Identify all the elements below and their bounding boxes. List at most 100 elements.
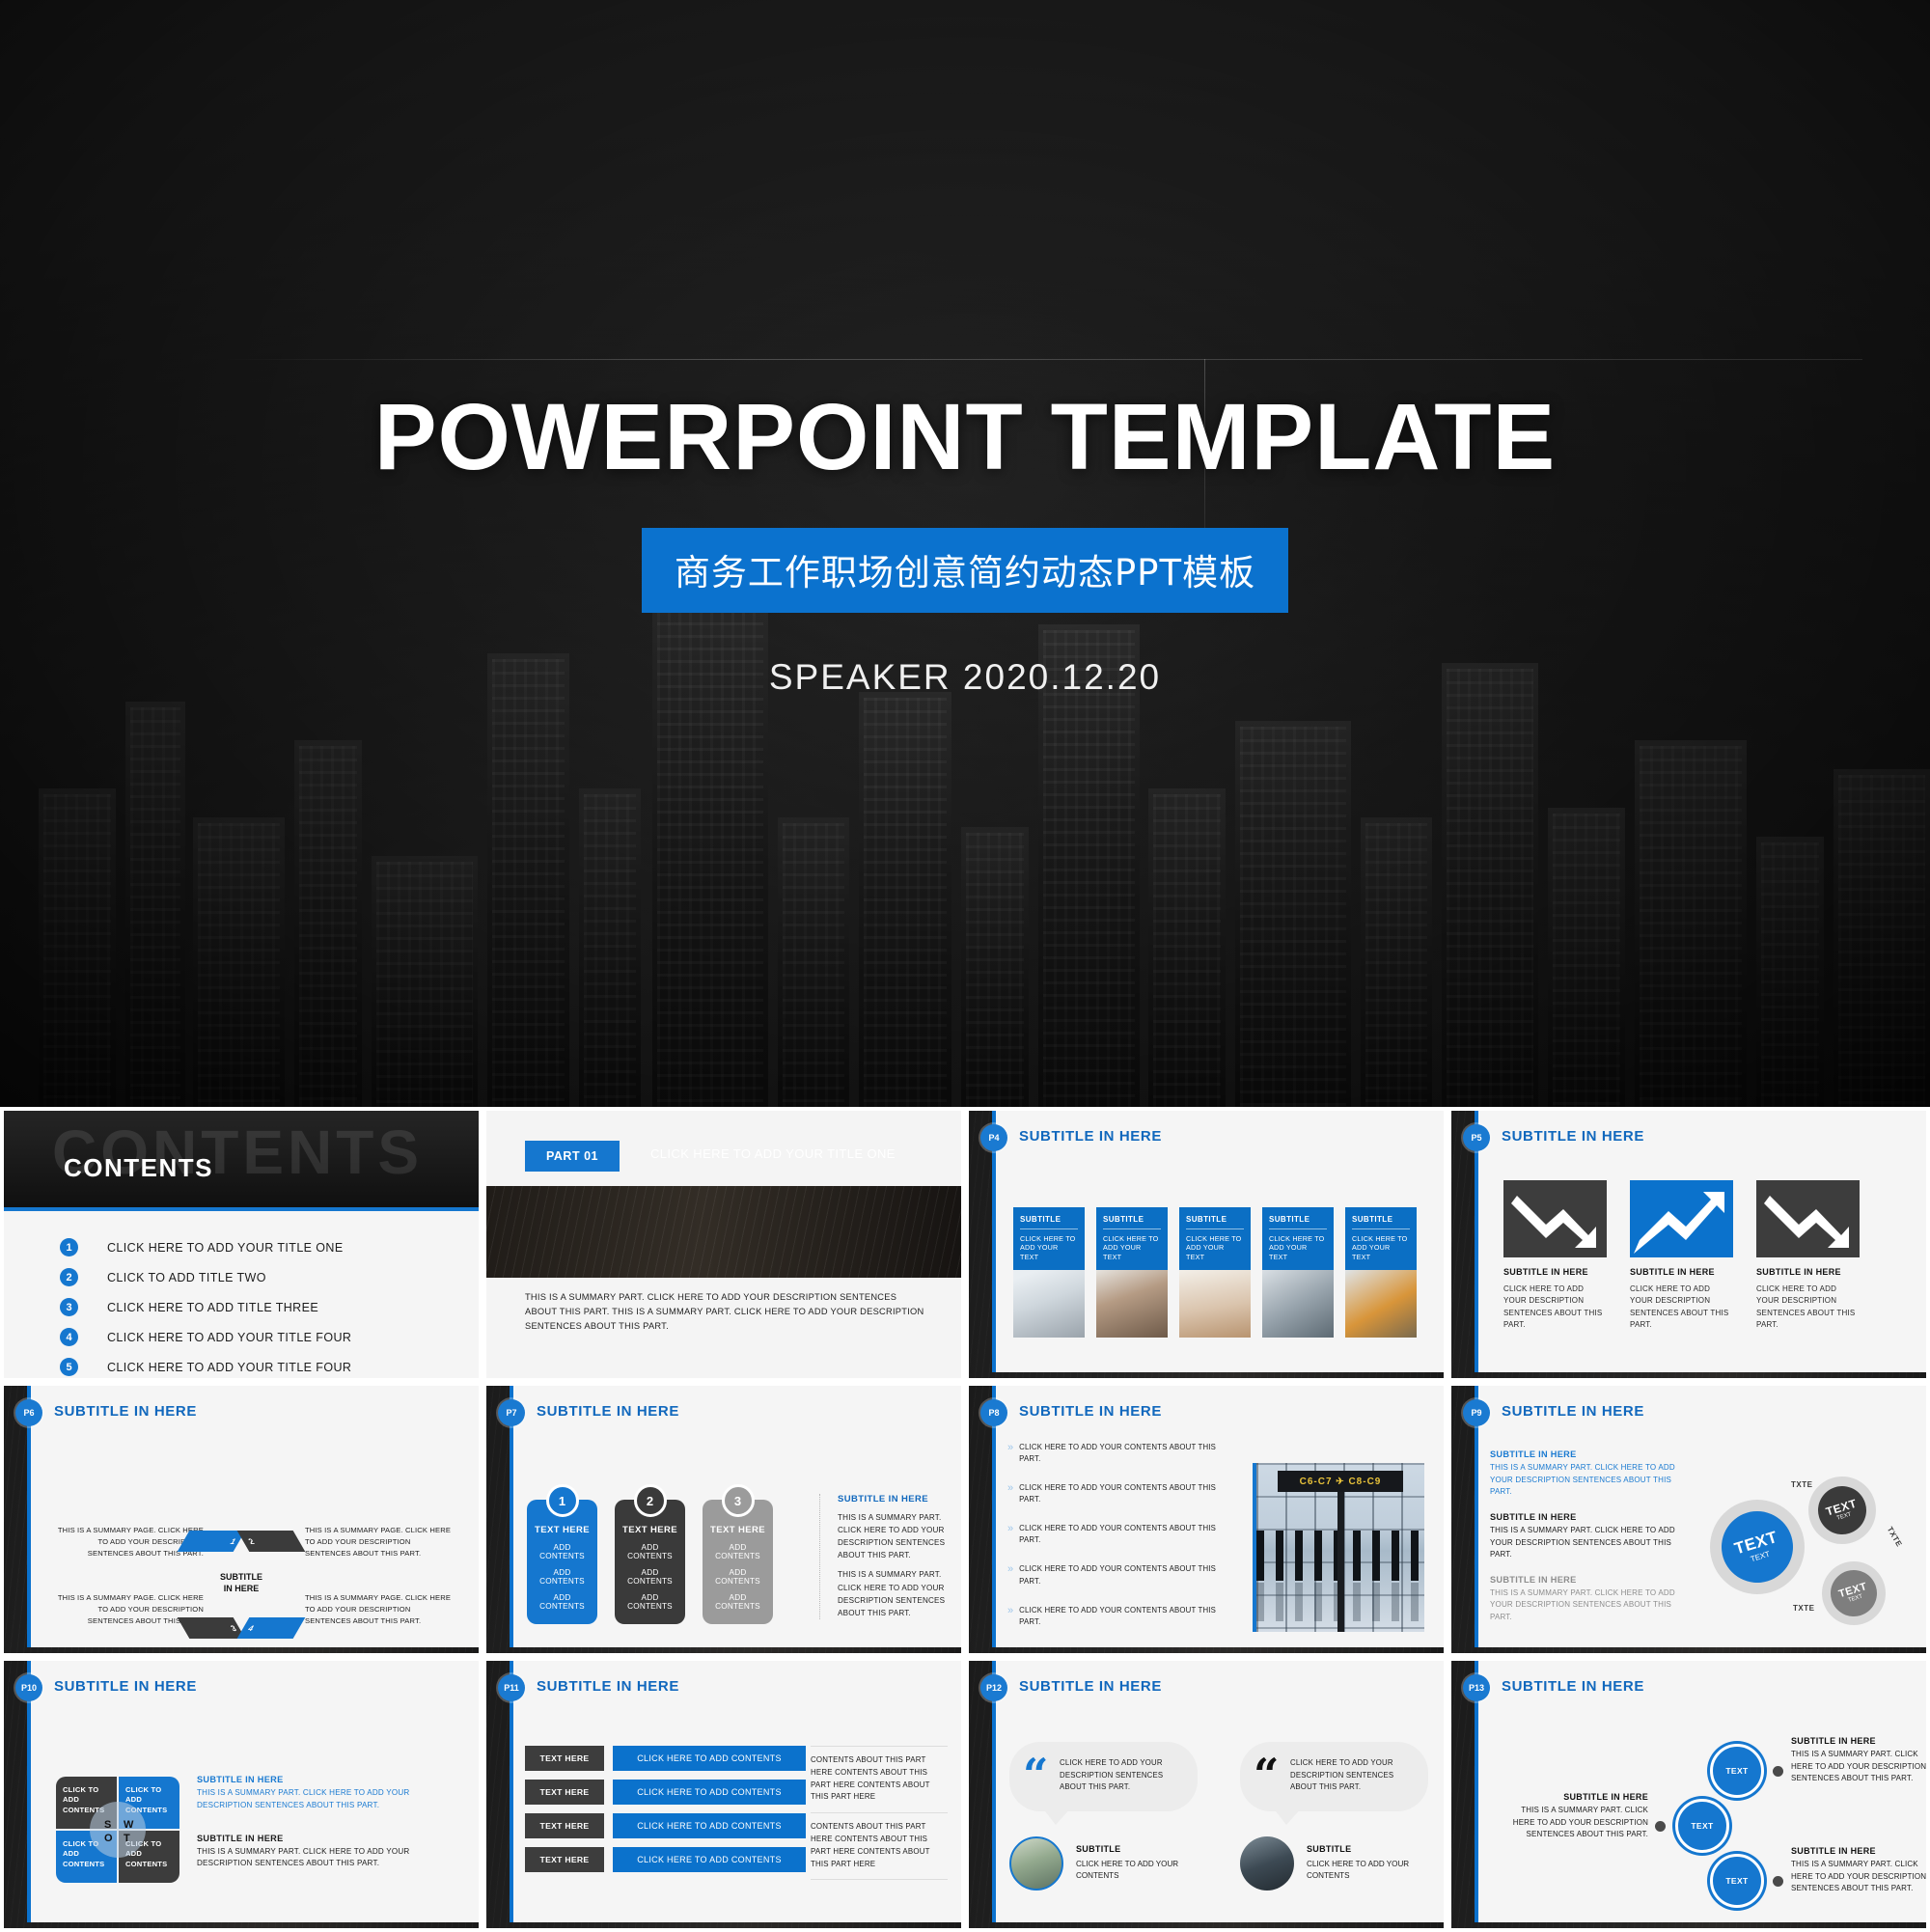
list-item[interactable]: SUBTITLE IN HERE THIS IS A SUMMARY PART.…: [1490, 1449, 1676, 1499]
list-item[interactable]: 3 CLICK HERE TO ADD TITLE THREE: [60, 1292, 459, 1322]
list-item[interactable]: SUBTITLE CLICK HERE TO ADD YOUR TEXT: [1345, 1207, 1417, 1339]
slide-thumbnail-grid: CONTENTS CONTENTS 1 CLICK HERE TO ADD YO…: [0, 1107, 1930, 1932]
slide-thumbnail-gears[interactable]: P9 SUBTITLE IN HERE SUBTITLE IN HERE THI…: [1448, 1382, 1930, 1657]
hand-notebook-photo: [1179, 1270, 1251, 1339]
card-header: SUBTITLE CLICK HERE TO ADD YOUR TEXT: [1179, 1207, 1251, 1271]
list-item[interactable]: SUBTITLE IN HERE THIS IS A SUMMARY PART.…: [1490, 1575, 1676, 1624]
block-body: THIS IS A SUMMARY PART. CLICK HERE TO AD…: [1490, 1525, 1675, 1559]
card-line: ADD CONTENTS: [627, 1593, 673, 1611]
block-body: THIS IS A SUMMARY PART. CLICK HERE TO AD…: [197, 1788, 410, 1809]
bullet-text: CLICK HERE TO ADD YOUR CONTENTS ABOUT TH…: [1019, 1564, 1217, 1586]
quote-text: CLICK HERE TO ADD YOUR DESCRIPTION SENTE…: [1290, 1758, 1394, 1792]
person-sub: CLICK HERE TO ADD YOUR CONTENTS: [1307, 1859, 1410, 1881]
slide-thumbnail-quotes[interactable]: P12 SUBTITLE IN HERE “ CLICK HERE TO ADD…: [965, 1657, 1448, 1932]
page-badge: P8: [980, 1399, 1007, 1426]
page-badge: P10: [15, 1674, 42, 1701]
card-title: TEXT HERE: [710, 1525, 765, 1535]
list-item[interactable]: 5 CLICK HERE TO ADD YOUR TITLE FOUR: [60, 1352, 459, 1378]
slide-thumbnail-contents[interactable]: CONTENTS CONTENTS 1 CLICK HERE TO ADD YO…: [0, 1107, 482, 1382]
list-item[interactable]: » CLICK HERE TO ADD YOUR CONTENTS ABOUT …: [1007, 1523, 1218, 1546]
list-item[interactable]: SUBTITLE IN HERE CLICK HERE TO ADD YOUR …: [1630, 1180, 1733, 1332]
slide-thumbnail-circle-nodes[interactable]: P13 SUBTITLE IN HERE TEXT SUBTITLE IN HE…: [1448, 1657, 1930, 1932]
list-item[interactable]: » CLICK HERE TO ADD YOUR CONTENTS ABOUT …: [1007, 1605, 1218, 1628]
list-item[interactable]: 3 TEXT HERE ADD CONTENTS ADD CONTENTS AD…: [703, 1484, 773, 1624]
swot-letter-w: W: [124, 1819, 134, 1831]
slide-thumbnail-bullets-photo[interactable]: P8 SUBTITLE IN HERE » CLICK HERE TO ADD …: [965, 1382, 1448, 1657]
card-title: SUBTITLE: [1269, 1215, 1327, 1229]
card-title: SUBTITLE: [1103, 1215, 1161, 1229]
arrow-up-chart-icon: [1630, 1180, 1733, 1257]
node-title: SUBTITLE IN HERE: [1791, 1846, 1876, 1856]
list-item[interactable]: 1 CLICK HERE TO ADD YOUR TITLE ONE: [60, 1232, 459, 1262]
list-item[interactable]: SUBTITLE IN HERE THIS IS A SUMMARY PART.…: [197, 1775, 463, 1812]
list-item[interactable]: » CLICK HERE TO ADD YOUR CONTENTS ABOUT …: [1007, 1482, 1218, 1505]
circle-node-2[interactable]: TEXT: [1675, 1799, 1729, 1853]
list-item[interactable]: SUBTITLE CLICK HERE TO ADD YOUR TEXT: [1262, 1207, 1334, 1339]
list-item[interactable]: SUBTITLE CLICK HERE TO ADD YOUR TEXT: [1096, 1207, 1168, 1339]
person-name: SUBTITLE: [1307, 1843, 1352, 1854]
circle-node-1[interactable]: TEXT: [1710, 1744, 1764, 1798]
list-item[interactable]: “ CLICK HERE TO ADD YOUR DESCRIPTION SEN…: [1009, 1742, 1198, 1891]
list-number: 2: [60, 1268, 78, 1286]
slide-thumbnail-numbered-cards[interactable]: P7 SUBTITLE IN HERE 1 TEXT HERE ADD CONT…: [482, 1382, 965, 1657]
side-title: SUBTITLE IN HERE: [838, 1494, 929, 1504]
hero-title: POWERPOINT TEMPLATE: [373, 384, 1557, 489]
page-badge: P5: [1463, 1124, 1490, 1151]
circle-node-3[interactable]: TEXT: [1710, 1854, 1764, 1908]
list-item[interactable]: 1 TEXT HERE ADD CONTENTS ADD CONTENTS AD…: [527, 1484, 597, 1624]
node-body: THIS IS A SUMMARY PART. CLICK HERE TO AD…: [1512, 1806, 1648, 1839]
page-badge: P4: [980, 1124, 1007, 1151]
list-item[interactable]: » CLICK HERE TO ADD YOUR CONTENTS ABOUT …: [1007, 1563, 1218, 1587]
slide-thumbnail-five-cards[interactable]: P4 SUBTITLE IN HERE SUBTITLE CLICK HERE …: [965, 1107, 1448, 1382]
list-item[interactable]: 2 CLICK TO ADD TITLE TWO: [60, 1262, 459, 1292]
node-title: SUBTITLE IN HERE: [1563, 1792, 1648, 1802]
tile-body: CLICK HERE TO ADD YOUR DESCRIPTION SENTE…: [1756, 1284, 1856, 1330]
chevron-right-icon: »: [1007, 1604, 1013, 1616]
bullet-text: CLICK HERE TO ADD YOUR CONTENTS ABOUT TH…: [1019, 1605, 1217, 1626]
hexagon-text-4: THIS IS A SUMMARY PAGE. CLICK HERE TO AD…: [305, 1593, 452, 1626]
hex-segment-2[interactable]: 2: [236, 1531, 306, 1552]
card-number: 1: [545, 1484, 579, 1517]
avatar: [1009, 1835, 1063, 1891]
list-item[interactable]: » CLICK HERE TO ADD YOUR CONTENTS ABOUT …: [1007, 1442, 1218, 1465]
list-label: CLICK HERE TO ADD YOUR TITLE FOUR: [107, 1360, 352, 1374]
hex-segment-1[interactable]: 1: [177, 1531, 246, 1552]
block-body: THIS IS A SUMMARY PART. CLICK HERE TO AD…: [1490, 1587, 1675, 1621]
slide-thumbnail-arrow-tiles[interactable]: P5 SUBTITLE IN HERE SUBTITLE IN HERE CLI…: [1448, 1107, 1930, 1382]
list-item[interactable]: 2 TEXT HERE ADD CONTENTS ADD CONTENTS AD…: [615, 1484, 685, 1624]
list-item[interactable]: 4 CLICK HERE TO ADD YOUR TITLE FOUR: [60, 1322, 459, 1352]
list-item[interactable]: SUBTITLE IN HERE CLICK HERE TO ADD YOUR …: [1756, 1180, 1860, 1332]
chevron-right-icon: »: [1007, 1523, 1013, 1535]
part-chip: PART 01: [525, 1141, 620, 1172]
slide-thumbnail-swot[interactable]: P10 SUBTITLE IN HERE CLICK TO ADD CONTEN…: [0, 1657, 482, 1932]
list-number: 1: [60, 1238, 78, 1256]
block-body: THIS IS A SUMMARY PART. CLICK HERE TO AD…: [1490, 1463, 1675, 1497]
list-number: 4: [60, 1328, 78, 1346]
list-item[interactable]: “ CLICK HERE TO ADD YOUR DESCRIPTION SEN…: [1240, 1742, 1428, 1891]
page-badge: P13: [1463, 1674, 1490, 1701]
slide-thumbnail-rows[interactable]: P11 SUBTITLE IN HERE TEXT HERE CLICK HER…: [482, 1657, 965, 1932]
block-title: SUBTITLE IN HERE: [1490, 1449, 1577, 1459]
bullet-text: CLICK HERE TO ADD YOUR CONTENTS ABOUT TH…: [1019, 1524, 1217, 1545]
row-tag: TEXT HERE: [525, 1847, 604, 1872]
slide-thumbnail-hexagon[interactable]: P6 SUBTITLE IN HERE THIS IS A SUMMARY PA…: [0, 1382, 482, 1657]
card-body: CLICK HERE TO ADD YOUR TEXT: [1020, 1234, 1076, 1261]
block-title: SUBTITLE IN HERE: [1490, 1511, 1577, 1522]
quote-row: “ CLICK HERE TO ADD YOUR DESCRIPTION SEN…: [1009, 1742, 1428, 1891]
hex-segment-3[interactable]: 3: [177, 1617, 246, 1639]
page-title: SUBTITLE IN HERE: [54, 1678, 197, 1695]
side-text-block: SUBTITLE IN HERE THIS IS A SUMMARY PART.…: [819, 1494, 946, 1619]
list-item[interactable]: SUBTITLE CLICK HERE TO ADD YOUR TEXT: [1013, 1207, 1085, 1339]
list-item[interactable]: SUBTITLE CLICK HERE TO ADD YOUR TEXT: [1179, 1207, 1251, 1339]
two-women-meeting-photo: [1096, 1270, 1168, 1339]
list-item[interactable]: SUBTITLE IN HERE THIS IS A SUMMARY PART.…: [1490, 1512, 1676, 1561]
hero-subtitle-text: 商务工作职场创意简约动态PPT模板: [674, 552, 1256, 593]
card-body: CLICK HERE TO ADD YOUR TEXT: [1269, 1234, 1325, 1261]
slide-thumbnail-part-01[interactable]: PART 01 CLICK HERE TO ADD YOUR TITLE ONE…: [482, 1107, 965, 1382]
row-bar: CLICK HERE TO ADD CONTENTS: [613, 1746, 806, 1771]
contents-header-band: CONTENTS CONTENTS: [4, 1111, 479, 1207]
hex-segment-4[interactable]: 4: [236, 1617, 306, 1639]
list-item[interactable]: SUBTITLE IN HERE CLICK HERE TO ADD YOUR …: [1503, 1180, 1607, 1332]
list-item[interactable]: SUBTITLE IN HERE THIS IS A SUMMARY PART.…: [197, 1834, 463, 1871]
list-label: CLICK TO ADD TITLE TWO: [107, 1270, 266, 1284]
